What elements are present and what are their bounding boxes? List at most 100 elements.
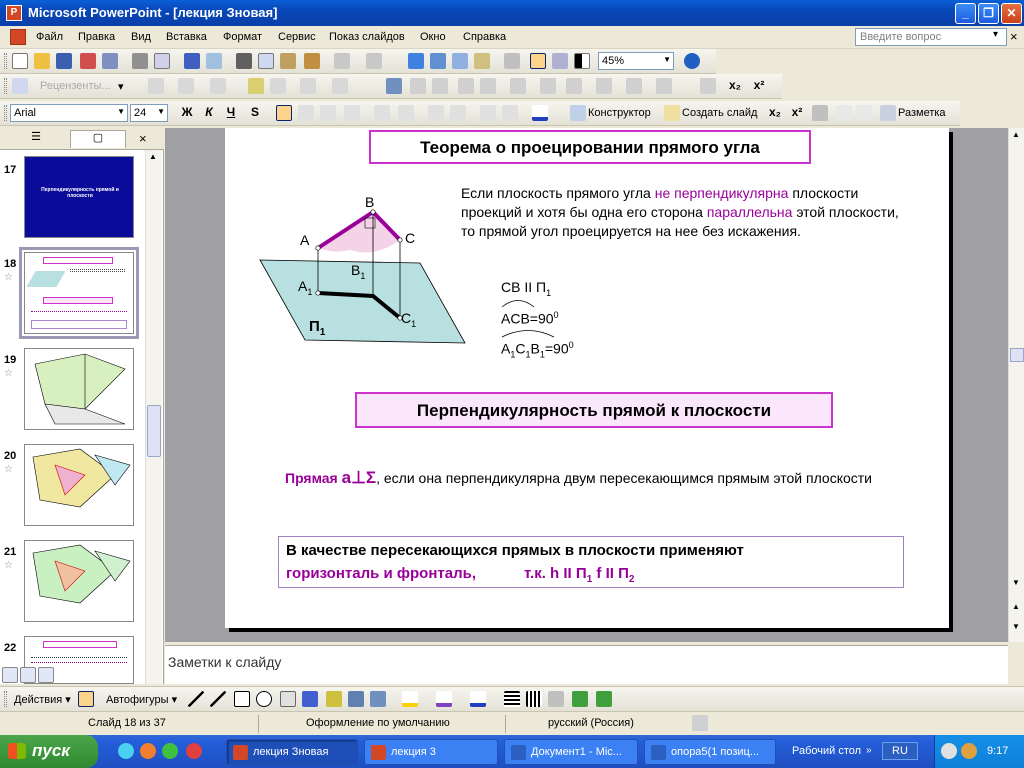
design-template[interactable]: Оформление по умолчанию	[306, 717, 450, 729]
layout-icon[interactable]	[880, 105, 896, 121]
italic-button[interactable]: К	[200, 105, 218, 119]
theorem-text[interactable]: Если плоскость прямого угла не перпендик…	[461, 184, 901, 241]
language-status[interactable]: русский (Россия)	[548, 717, 634, 729]
intersecting-lines-box[interactable]: В качестве пересекающихся прямых в плоск…	[278, 536, 904, 588]
menu-slideshow[interactable]: Показ слайдов	[329, 31, 405, 43]
reviewing-pane-icon[interactable]	[332, 78, 348, 94]
dash-style-icon[interactable]	[526, 691, 542, 707]
perpendicularity-title[interactable]: Перпендикулярность прямой к плоскости	[355, 392, 833, 428]
chevron-down-icon[interactable]: ▾	[118, 80, 124, 93]
powerpoint-app-icon[interactable]: P	[6, 5, 22, 21]
spelling-icon[interactable]	[184, 53, 200, 69]
superscript-button[interactable]: x²	[750, 78, 768, 92]
next-item-icon[interactable]	[178, 78, 194, 94]
paste-icon[interactable]	[280, 53, 296, 69]
restore-button[interactable]: ❐	[978, 3, 999, 24]
tray-app-icon[interactable]	[961, 743, 977, 759]
tab-slides[interactable]: ▢	[70, 130, 126, 148]
line-icon[interactable]	[188, 691, 204, 707]
chevron-down-icon[interactable]: ▾	[993, 29, 998, 40]
color-grayscale-icon[interactable]	[574, 53, 590, 69]
slide-thumbnail-18[interactable]	[19, 247, 139, 339]
animation-icon[interactable]	[812, 105, 828, 121]
previous-item-icon[interactable]	[148, 78, 164, 94]
increase-font-icon[interactable]	[428, 105, 444, 121]
theorem-title[interactable]: Теорема о проецировании прямого угла	[369, 130, 811, 164]
wordart-icon[interactable]	[302, 691, 318, 707]
help-search-input[interactable]: Введите вопрос	[855, 28, 1007, 46]
next-slide-icon[interactable]: ▼	[1012, 622, 1020, 631]
compress-icon[interactable]	[540, 78, 556, 94]
bold-button[interactable]: Ж	[178, 105, 196, 119]
permission-icon[interactable]	[80, 53, 96, 69]
3d-style-icon[interactable]	[596, 691, 612, 707]
insert-picture-icon[interactable]	[370, 691, 386, 707]
clock[interactable]: 9:17	[987, 745, 1008, 757]
expand-all-icon[interactable]	[504, 53, 520, 69]
menu-format[interactable]: Формат	[223, 31, 262, 43]
decrease-indent-icon[interactable]	[480, 105, 496, 121]
close-document-button[interactable]: ×	[1010, 29, 1018, 44]
redo-icon[interactable]	[366, 53, 382, 69]
desktop-toolbar-label[interactable]: Рабочий стол	[792, 745, 861, 757]
new-slide-button[interactable]: Создать слайд	[682, 107, 757, 119]
tables-borders-icon[interactable]	[452, 53, 468, 69]
new-slide-icon[interactable]	[664, 105, 680, 121]
toolbar-grip[interactable]	[4, 691, 7, 707]
line-style-icon[interactable]	[504, 691, 520, 707]
reset-picture-icon[interactable]	[656, 78, 672, 94]
slide-canvas[interactable]: Теорема о проецировании прямого угла A B…	[225, 128, 949, 628]
subscript-button-2[interactable]: x₂	[766, 105, 784, 119]
justify-icon[interactable]	[344, 105, 360, 121]
line-style-icon[interactable]	[510, 78, 526, 94]
print-icon[interactable]	[132, 53, 148, 69]
new-icon[interactable]	[12, 53, 28, 69]
font-size-select[interactable]: 24 ▼	[130, 104, 168, 122]
designer-button[interactable]: Конструктор	[588, 107, 651, 119]
menu-view[interactable]: Вид	[131, 31, 151, 43]
line-color-icon[interactable]	[436, 691, 452, 707]
show-grid-icon[interactable]	[552, 53, 568, 69]
markup-icon[interactable]	[12, 78, 28, 94]
close-pane-button[interactable]: ×	[139, 131, 147, 146]
perpendicular-definition[interactable]: Прямая a⊥Σ, если она перпендикулярна дву…	[285, 468, 905, 488]
arrange-icon[interactable]	[700, 78, 716, 94]
edit-comment-icon[interactable]	[270, 78, 286, 94]
superscript-button-2[interactable]: x²	[788, 105, 806, 119]
chevron-down-icon[interactable]: ▼	[117, 107, 125, 116]
open-icon[interactable]	[34, 53, 50, 69]
font-color-icon[interactable]	[470, 691, 486, 707]
email-icon[interactable]	[102, 53, 118, 69]
zoom-select[interactable]: 45% ▼	[598, 52, 674, 70]
rotate-icon[interactable]	[480, 78, 496, 94]
show-desktop-icon[interactable]	[118, 743, 134, 759]
research-icon[interactable]	[206, 53, 222, 69]
contrast-icon[interactable]	[410, 78, 426, 94]
toolbar-grip[interactable]	[4, 105, 7, 121]
normal-view-icon[interactable]	[2, 667, 18, 683]
reviewers-button[interactable]: Рецензенты...	[40, 80, 111, 92]
align-left-icon[interactable]	[276, 105, 292, 121]
format-painter-icon[interactable]	[304, 53, 320, 69]
toolbar-grip[interactable]	[4, 53, 7, 69]
insert-diagram-icon[interactable]	[474, 53, 490, 69]
menu-insert[interactable]: Вставка	[166, 31, 207, 43]
chevron-right-icon[interactable]: »	[866, 745, 872, 756]
insert-table-icon[interactable]	[430, 53, 446, 69]
align-center-icon[interactable]	[298, 105, 314, 121]
diagram-icon[interactable]	[326, 691, 342, 707]
slide-sorter-icon[interactable]	[20, 667, 36, 683]
help-icon[interactable]	[684, 53, 700, 69]
task-lecture-new[interactable]: лекция Зновая	[226, 739, 358, 765]
designer-icon[interactable]	[570, 105, 586, 121]
underline-button[interactable]: Ч	[222, 105, 240, 119]
delete-comment-icon[interactable]	[300, 78, 316, 94]
previous-slide-icon[interactable]: ▲	[1012, 602, 1020, 611]
slide-thumbnail-21[interactable]	[24, 540, 134, 622]
chevron-down-icon[interactable]: ▼	[663, 55, 671, 64]
clipart-icon[interactable]	[348, 691, 364, 707]
autoshapes-button[interactable]: Автофигуры ▾	[106, 693, 177, 706]
slides-pane-scrollbar[interactable]: ▲	[145, 150, 162, 684]
menu-tools[interactable]: Сервис	[278, 31, 316, 43]
copy-icon[interactable]	[258, 53, 274, 69]
